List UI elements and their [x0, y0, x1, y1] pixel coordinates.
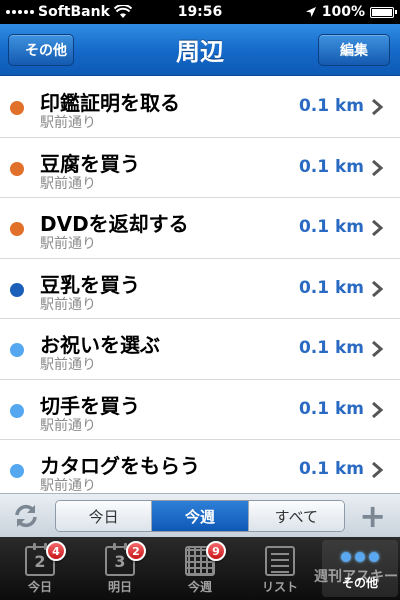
item-distance: 0.1 km [298, 96, 364, 116]
more-dots-icon [341, 552, 379, 562]
list-item[interactable]: 豆腐を買う 駅前通り 0.1 km [0, 138, 400, 198]
edit-button[interactable]: 編集 [318, 34, 390, 66]
priority-dot-icon [10, 343, 24, 357]
list-item[interactable]: DVDを返却する 駅前通り 0.1 km [0, 198, 400, 259]
chevron-right-icon [372, 219, 384, 237]
priority-dot-icon [10, 403, 24, 418]
item-location: 駅前通り [40, 357, 96, 373]
badge-count: 9 [206, 541, 226, 561]
navigation-bar: その他 周辺 編集 [0, 24, 400, 76]
list-item[interactable]: 切手を買う 駅前通り 0.1 km [0, 380, 400, 440]
item-location: 駅前通り [40, 296, 96, 313]
add-icon[interactable]: + [359, 500, 386, 532]
tab-today[interactable]: 2 今日 4 [0, 537, 80, 600]
priority-dot-icon [10, 464, 24, 478]
item-distance: 0.1 km [298, 217, 364, 237]
period-segmented-control: 今日 今週 すべて [55, 500, 345, 532]
list-item[interactable]: 印鑑証明を取る 駅前通り 0.1 km [0, 77, 400, 138]
battery-percent: 100% [321, 4, 365, 20]
tab-list[interactable]: リスト [240, 537, 320, 600]
segment-all[interactable]: すべて [248, 501, 344, 531]
chevron-right-icon [372, 98, 384, 116]
item-location: 駅前通り [40, 175, 96, 192]
refresh-icon[interactable] [12, 502, 40, 530]
item-location: 駅前通り [40, 115, 96, 131]
tab-label: 今日 [27, 580, 52, 594]
item-location: 駅前通り [40, 236, 96, 252]
battery-icon [370, 6, 397, 18]
carrier-name: SoftBank [38, 4, 110, 20]
segment-today[interactable]: 今日 [56, 501, 153, 531]
wifi-icon [113, 5, 132, 18]
task-list: 印鑑証明を取る 駅前通り 0.1 km 豆腐を買う 駅前通り 0.1 km DV… [0, 77, 400, 493]
badge-count: 2 [126, 541, 146, 561]
item-distance: 0.1 km [298, 277, 364, 298]
chevron-right-icon [372, 159, 384, 176]
page-title: 周辺 [176, 38, 224, 66]
status-right: 100% [305, 4, 397, 20]
priority-dot-icon [10, 101, 24, 115]
item-distance: 0.1 km [298, 459, 364, 479]
tab-bar: 2 今日 4 3 明日 2 今週 9 リスト その他 週刊アスキー [0, 537, 400, 600]
signal-strength-icon [6, 10, 34, 14]
badge-count: 4 [46, 541, 66, 561]
list-item[interactable]: カタログをもらう 駅前通り 0.1 km [0, 440, 400, 493]
priority-dot-icon [10, 222, 24, 236]
item-distance: 0.1 km [298, 338, 364, 358]
tab-this-week[interactable]: 今週 9 [160, 537, 240, 600]
chevron-right-icon [372, 280, 384, 297]
priority-dot-icon [10, 161, 24, 176]
chevron-right-icon [372, 461, 384, 479]
segment-this-week[interactable]: 今週 [152, 501, 249, 531]
item-distance: 0.1 km [298, 156, 364, 177]
location-arrow-icon [305, 7, 316, 17]
item-location: 駅前通り [40, 478, 96, 493]
tab-more[interactable]: その他 [322, 540, 398, 597]
back-button[interactable]: その他 [8, 34, 74, 66]
status-bar: SoftBank 19:56 100% [0, 0, 400, 24]
item-location: 駅前通り [40, 417, 96, 434]
chevron-right-icon [372, 401, 384, 418]
tab-label: 今週 [187, 580, 212, 594]
status-left: SoftBank [6, 4, 132, 20]
priority-dot-icon [10, 282, 24, 297]
list-item[interactable]: お祝いを選ぶ 駅前通り 0.1 km [0, 319, 400, 380]
chevron-right-icon [372, 340, 384, 358]
tab-label: リスト [261, 580, 298, 594]
tab-label: その他 [341, 576, 378, 590]
tab-label: 明日 [107, 580, 132, 594]
list-item[interactable]: 豆乳を買う 駅前通り 0.1 km [0, 259, 400, 319]
filter-toolbar: 今日 今週 すべて + [0, 493, 400, 537]
item-distance: 0.1 km [298, 398, 364, 419]
tab-tomorrow[interactable]: 3 明日 2 [80, 537, 160, 600]
list-icon [265, 546, 295, 576]
